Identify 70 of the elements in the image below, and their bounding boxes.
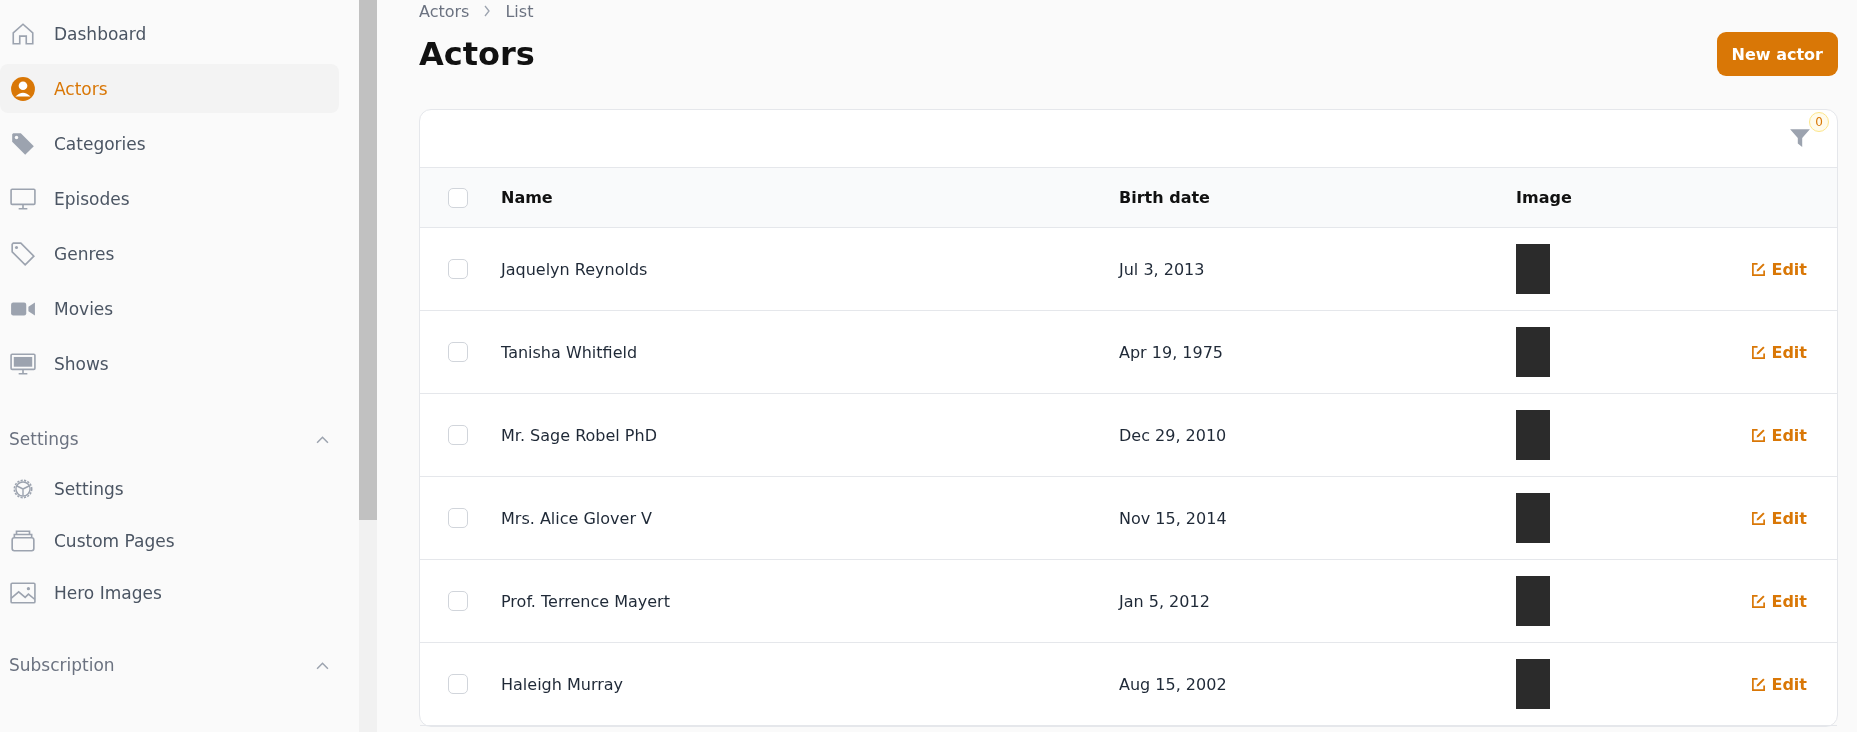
row-checkbox[interactable] bbox=[448, 259, 468, 279]
table-cell: Jan 5, 2012 bbox=[1119, 591, 1210, 611]
row-checkbox[interactable] bbox=[448, 674, 468, 694]
sidebar-group-header[interactable]: Subscription bbox=[0, 643, 359, 687]
chevron-icon bbox=[316, 434, 329, 444]
sidebar-item[interactable]: Episodes bbox=[0, 174, 339, 223]
tag-solid-icon bbox=[10, 130, 36, 157]
sidebar-item[interactable]: Categories bbox=[0, 119, 339, 168]
image-icon bbox=[10, 579, 36, 606]
row-checkbox[interactable] bbox=[448, 342, 468, 362]
edit-icon bbox=[1751, 676, 1767, 692]
sidebar-item[interactable]: Dashboard bbox=[0, 9, 339, 58]
page-title: Actors bbox=[419, 35, 535, 73]
table-cell: Prof. Terrence Mayert bbox=[501, 591, 670, 611]
edit-link[interactable]: Edit bbox=[1751, 259, 1807, 279]
table-cell: Aug 15, 2002 bbox=[1119, 674, 1227, 694]
filter-count-badge: 0 bbox=[1809, 112, 1829, 132]
column-header: Image bbox=[1516, 188, 1572, 207]
sidebar-item[interactable]: Settings bbox=[0, 464, 339, 513]
edit-link[interactable]: Edit bbox=[1751, 674, 1807, 694]
photo-placeholder bbox=[1516, 327, 1550, 377]
column-header[interactable]: Birth date bbox=[1119, 188, 1210, 207]
edit-link[interactable]: Edit bbox=[1751, 342, 1807, 362]
edit-icon bbox=[1751, 344, 1767, 360]
table-cell: Dec 29, 2010 bbox=[1119, 425, 1227, 445]
sidebar-item[interactable]: Hero Images bbox=[0, 568, 339, 617]
breadcrumb-link[interactable]: List bbox=[505, 1, 534, 21]
new-actor-button[interactable]: New actor bbox=[1716, 32, 1838, 76]
sidebar-item[interactable]: Movies bbox=[0, 284, 339, 333]
table-cell: Jaquelyn Reynolds bbox=[501, 259, 648, 279]
table-cell: Haleigh Murray bbox=[501, 674, 624, 694]
photo-placeholder bbox=[1516, 493, 1550, 543]
stack-icon bbox=[10, 527, 36, 554]
column-header[interactable]: Name bbox=[501, 188, 553, 207]
chevron-icon bbox=[483, 5, 492, 17]
photo-placeholder bbox=[1516, 659, 1550, 709]
sidebar-item[interactable]: Custom Pages bbox=[0, 516, 339, 565]
table-cell: Apr 19, 1975 bbox=[1119, 342, 1223, 362]
select-all-checkbox[interactable] bbox=[448, 187, 468, 208]
photo-placeholder bbox=[1516, 410, 1550, 460]
edit-icon bbox=[1751, 510, 1767, 526]
table-cell: Mr. Sage Robel PhD bbox=[501, 425, 657, 445]
edit-link[interactable]: Edit bbox=[1751, 508, 1807, 528]
edit-link[interactable]: Edit bbox=[1751, 591, 1807, 611]
sidebar-group-header[interactable]: Settings bbox=[0, 417, 359, 461]
edit-link[interactable]: Edit bbox=[1751, 425, 1807, 445]
sidebar-item[interactable]: Shows bbox=[0, 339, 339, 388]
sidebar-item[interactable]: Genres bbox=[0, 229, 339, 278]
table-cell: Mrs. Alice Glover V bbox=[501, 508, 652, 528]
sidebar-item[interactable]: Actors bbox=[0, 64, 339, 113]
table-cell: Nov 15, 2014 bbox=[1119, 508, 1227, 528]
user-icon bbox=[10, 75, 36, 102]
photo-placeholder bbox=[1516, 244, 1550, 294]
edit-icon bbox=[1751, 593, 1767, 609]
row-checkbox[interactable] bbox=[448, 591, 468, 611]
edit-icon bbox=[1751, 261, 1767, 277]
row-checkbox[interactable] bbox=[448, 508, 468, 528]
scrollbar-thumb[interactable] bbox=[359, 0, 377, 520]
tag-icon bbox=[10, 240, 36, 267]
scrollbar[interactable] bbox=[359, 0, 377, 732]
edit-icon bbox=[1751, 427, 1767, 443]
filter-icon bbox=[1789, 126, 1811, 148]
table-cell: Jul 3, 2013 bbox=[1119, 259, 1205, 279]
monitor-solid-icon bbox=[10, 350, 36, 377]
breadcrumb-link[interactable]: Actors bbox=[419, 1, 470, 21]
row-checkbox[interactable] bbox=[448, 425, 468, 445]
table-cell: Tanisha Whitfield bbox=[501, 342, 638, 362]
monitor-icon bbox=[10, 185, 36, 212]
chevron-icon bbox=[316, 660, 329, 670]
photo-placeholder bbox=[1516, 576, 1550, 626]
